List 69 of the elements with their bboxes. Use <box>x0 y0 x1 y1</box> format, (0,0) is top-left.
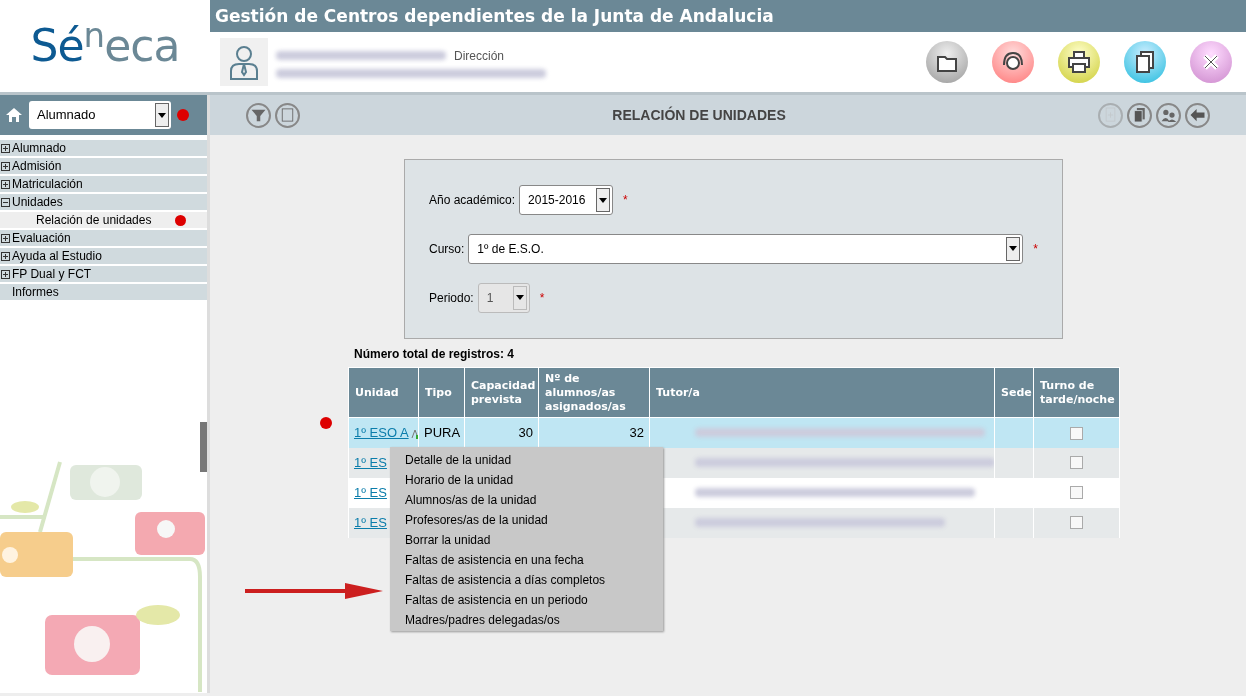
collapse-icon[interactable] <box>1 197 10 207</box>
dropdown-field[interactable]: 2015-2016 <box>519 185 614 216</box>
documents-icon[interactable] <box>1127 102 1152 128</box>
home-icon[interactable] <box>5 107 23 123</box>
required-mark: * <box>1033 241 1038 258</box>
unit-icon <box>410 428 418 439</box>
collapse-handle[interactable] <box>200 422 207 472</box>
record-count: Número total de registros: 4 <box>354 346 516 363</box>
expand-icon[interactable] <box>1 161 10 171</box>
required-mark: * <box>623 192 628 210</box>
menu-item[interactable]: Alumnos/as de la unidad <box>390 489 663 509</box>
column-header: Sede <box>994 367 1034 418</box>
menu-item[interactable]: Horario de la unidad <box>390 469 663 489</box>
checkbox[interactable] <box>1070 516 1083 530</box>
column-header: Tutor/a <box>649 367 995 418</box>
field-label: Periodo: <box>429 289 474 307</box>
menu-item[interactable]: Profesores/as de la unidad <box>390 509 663 529</box>
headset-icon[interactable] <box>992 41 1034 83</box>
expand-icon[interactable] <box>1 233 10 243</box>
checkbox[interactable] <box>1070 426 1083 440</box>
sidebar-item[interactable]: FP Dual y FCT <box>0 266 207 282</box>
expand-icon[interactable] <box>1 269 10 279</box>
filter-icon[interactable] <box>246 102 271 128</box>
checkbox[interactable] <box>1070 456 1083 470</box>
column-header: Unidad <box>348 367 419 418</box>
module-select[interactable]: Alumnado <box>29 101 171 129</box>
column-header: Tipo <box>418 367 465 418</box>
folder-icon[interactable] <box>926 41 968 83</box>
required-mark: * <box>539 289 545 307</box>
sidebar-item[interactable]: Admisión <box>0 158 207 174</box>
dropdown-field[interactable]: 1º de E.S.O. <box>468 234 1024 264</box>
menu-item[interactable]: Borrar la unidad <box>390 529 663 549</box>
menu-item[interactable]: Faltas de asistencia a días completos <box>390 569 663 589</box>
field-label: Año académico: <box>429 192 516 210</box>
column-header: Turno de tarde/noche <box>1033 367 1120 418</box>
annotation-dot <box>175 214 187 226</box>
annotation-dot <box>320 417 332 429</box>
sidebar-item[interactable]: Matriculación <box>0 176 207 192</box>
annotation-dot <box>177 109 189 121</box>
table-cell: 32 <box>629 425 644 441</box>
logo: Sé$^{n}$eca <box>30 24 180 68</box>
people-icon[interactable] <box>1156 102 1181 128</box>
avatar <box>220 38 268 86</box>
table-cell: 30 <box>518 425 533 441</box>
menu-item[interactable]: Madres/padres delegadas/os <box>390 609 663 629</box>
column-header: Nº de alumnos/as asignados/as <box>538 367 650 418</box>
column-header: Capacidad prevista <box>464 367 539 418</box>
expand-icon[interactable] <box>1 179 10 189</box>
field-label: Curso: <box>429 241 465 258</box>
printer-icon[interactable] <box>1058 41 1100 83</box>
sidebar-item[interactable]: Informes <box>0 284 207 300</box>
sidebar-item[interactable]: Alumnado <box>0 140 207 156</box>
dropdown-field: 1 <box>477 282 530 313</box>
page-title: RELACIÓN DE UNIDADES <box>612 105 786 125</box>
back-icon[interactable] <box>1185 102 1210 128</box>
table-cell: PURA <box>424 425 461 441</box>
menu-item[interactable]: Faltas de asistencia en un periodo <box>390 589 663 609</box>
expand-icon[interactable] <box>1 251 10 261</box>
sidebar-item[interactable]: Evaluación <box>0 230 207 246</box>
copy-icon[interactable] <box>1124 41 1166 83</box>
user-role: Dirección <box>454 47 504 65</box>
sidebar-item[interactable]: Ayuda al Estudio <box>0 248 207 264</box>
app-title: Gestión de Centros dependientes de la Junta de Andalucia <box>210 0 1246 32</box>
sidebar-item[interactable]: Relación de unidades <box>0 212 207 228</box>
menu-item[interactable]: Detalle de la unidad <box>390 449 663 469</box>
expand-icon[interactable] <box>1 143 10 153</box>
sidebar-item[interactable]: Unidades <box>0 194 207 210</box>
menu-item[interactable]: Faltas de asistencia en una fecha <box>390 549 663 569</box>
checkbox[interactable] <box>1070 486 1083 500</box>
